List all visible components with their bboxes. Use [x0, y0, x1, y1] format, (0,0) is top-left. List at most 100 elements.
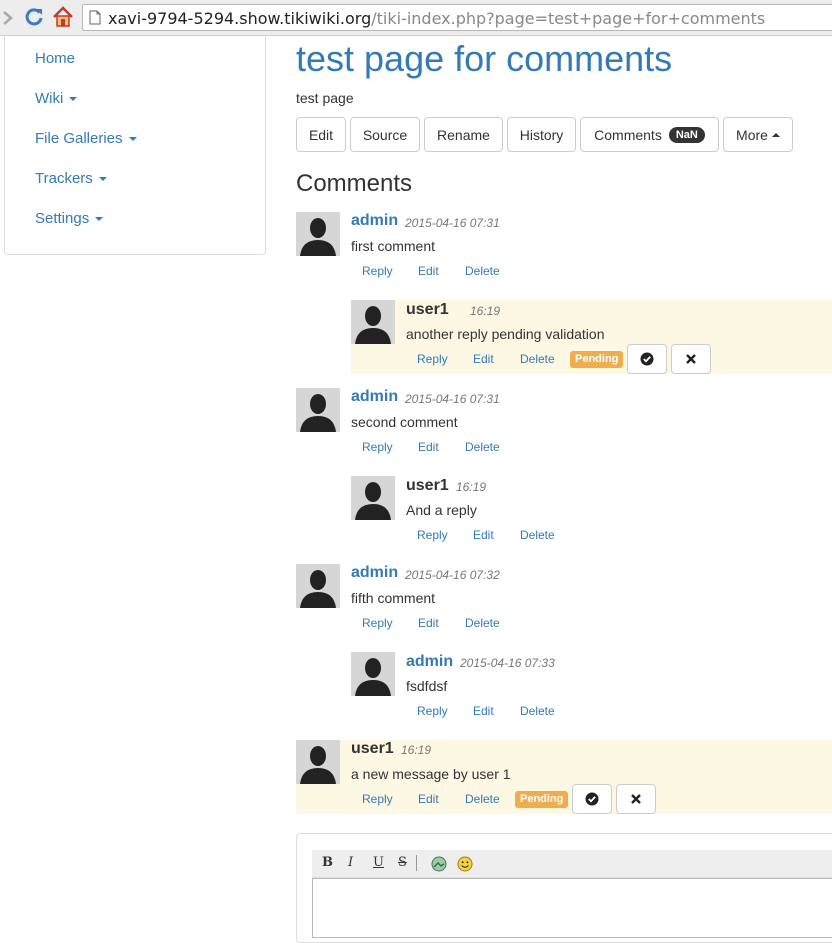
underline-button[interactable]: U — [373, 855, 384, 870]
comment-author[interactable]: admin — [351, 564, 398, 582]
reply-link[interactable]: Reply — [417, 704, 448, 718]
reply-link[interactable]: Reply — [362, 616, 393, 630]
avatar-icon — [351, 476, 395, 520]
toolbar-divider — [416, 855, 417, 871]
address-bar[interactable]: xavi-9794-5294.show.tikiwiki.org/tiki-in… — [82, 4, 832, 31]
bold-button[interactable]: B — [322, 855, 333, 870]
comment-author[interactable]: user1 — [406, 301, 449, 319]
comment-item: user1 16:19 And a reply Reply Edit Delet… — [351, 476, 832, 550]
comment-time: 16:19 — [456, 480, 487, 494]
comment-body: a new message by user 1 — [351, 766, 511, 782]
history-button-label: History — [519, 126, 564, 143]
reload-icon[interactable] — [24, 7, 44, 27]
check-circle-icon — [585, 792, 599, 806]
delete-link[interactable]: Delete — [465, 616, 500, 630]
comment-item: admin 2015-04-16 07:31 second comment Re… — [296, 386, 832, 466]
reject-button[interactable] — [671, 344, 711, 374]
comments-heading: Comments — [296, 170, 413, 197]
chevron-down-icon — [128, 137, 137, 142]
history-button[interactable]: History — [507, 117, 576, 152]
sidebar-item-home[interactable]: Home — [35, 50, 75, 67]
sidebar-item-label: Trackers — [35, 170, 93, 187]
close-icon — [631, 794, 641, 804]
comment-textarea[interactable] — [312, 878, 832, 938]
page-icon — [89, 10, 101, 25]
comment-author[interactable]: user1 — [406, 477, 449, 495]
comment-item: user1 16:19 another reply pending valida… — [351, 300, 832, 374]
url-host: xavi-9794-5294.show.tikiwiki.org — [108, 9, 372, 28]
sidebar-item-label: Home — [35, 50, 76, 67]
chevron-down-icon — [98, 177, 107, 182]
browser-toolbar: xavi-9794-5294.show.tikiwiki.org/tiki-in… — [0, 0, 832, 36]
comment-time: 2015-04-16 07:33 — [460, 656, 555, 670]
forward-arrow-icon[interactable] — [2, 10, 14, 26]
sidebar-item-file-galleries[interactable]: File Galleries — [35, 130, 137, 147]
comment-body: fifth comment — [351, 590, 436, 606]
comment-body: first comment — [351, 238, 436, 254]
comment-author[interactable]: admin — [351, 388, 398, 406]
chevron-down-icon — [95, 217, 104, 222]
edit-link[interactable]: Edit — [473, 352, 494, 366]
smiley-icon[interactable] — [457, 856, 473, 872]
sidebar-item-label: Settings — [35, 210, 90, 227]
reply-link[interactable]: Reply — [362, 264, 393, 278]
sidebar-item-label: Wiki — [35, 90, 64, 107]
sidebar-item-wiki[interactable]: Wiki — [35, 90, 78, 107]
edit-link[interactable]: Edit — [418, 792, 439, 806]
url-path: /tiki-index.php?page=test+page+for+comme… — [371, 9, 766, 28]
comment-time: 16:19 — [401, 743, 432, 757]
comment-body: another reply pending validation — [406, 326, 605, 342]
more-button[interactable]: More — [723, 117, 793, 152]
edit-link[interactable]: Edit — [473, 704, 494, 718]
reply-link[interactable]: Reply — [362, 792, 393, 806]
edit-link[interactable]: Edit — [418, 616, 439, 630]
avatar-icon — [296, 740, 340, 784]
delete-link[interactable]: Delete — [520, 352, 555, 366]
approve-button[interactable] — [627, 344, 667, 374]
comment-body: fsdfdsf — [406, 678, 448, 694]
comment-time: 16:19 — [470, 304, 501, 318]
home-icon[interactable] — [52, 6, 74, 28]
delete-link[interactable]: Delete — [465, 792, 500, 806]
edit-button[interactable]: Edit — [296, 117, 346, 152]
edit-link[interactable]: Edit — [418, 264, 439, 278]
check-circle-icon — [640, 352, 654, 366]
delete-link[interactable]: Delete — [520, 704, 555, 718]
image-icon[interactable] — [431, 856, 447, 872]
italic-button[interactable]: I — [348, 855, 353, 870]
approve-button[interactable] — [572, 784, 612, 814]
comment-time: 2015-04-16 07:31 — [405, 216, 500, 230]
reply-link[interactable]: Reply — [417, 528, 448, 542]
comment-body: And a reply — [406, 502, 477, 518]
delete-link[interactable]: Delete — [520, 528, 555, 542]
comments-button[interactable]: Comments NaN — [580, 117, 719, 152]
comment-item: admin 2015-04-16 07:33 fsdfdsf Reply Edi… — [351, 652, 832, 726]
edit-link[interactable]: Edit — [473, 528, 494, 542]
delete-link[interactable]: Delete — [465, 264, 500, 278]
reply-link[interactable]: Reply — [417, 352, 448, 366]
avatar-icon — [296, 388, 340, 432]
sidebar-item-trackers[interactable]: Trackers — [35, 170, 107, 187]
comments-count-badge: NaN — [668, 126, 705, 143]
avatar-icon — [351, 652, 395, 696]
sidebar-item-settings[interactable]: Settings — [35, 210, 104, 227]
comment-author[interactable]: user1 — [351, 740, 394, 758]
rename-button[interactable]: Rename — [424, 117, 503, 152]
chevron-down-icon — [69, 97, 78, 102]
comment-time: 2015-04-16 07:31 — [405, 392, 500, 406]
sidebar-item-label: File Galleries — [35, 130, 123, 147]
comment-author[interactable]: admin — [406, 653, 453, 671]
comment-time: 2015-04-16 07:32 — [405, 568, 500, 582]
reject-button[interactable] — [616, 784, 656, 814]
edit-link[interactable]: Edit — [418, 440, 439, 454]
comment-author[interactable]: admin — [351, 212, 398, 230]
url-text: xavi-9794-5294.show.tikiwiki.org/tiki-in… — [108, 9, 765, 28]
edit-button-label: Edit — [308, 126, 334, 143]
delete-link[interactable]: Delete — [465, 440, 500, 454]
source-button-label: Source — [362, 126, 408, 143]
reply-link[interactable]: Reply — [362, 440, 393, 454]
page-description: test page — [296, 90, 354, 106]
source-button[interactable]: Source — [350, 117, 420, 152]
sidebar-menu: Home Wiki File Galleries Trackers Settin… — [4, 36, 266, 255]
strikethrough-button[interactable]: S — [398, 855, 407, 870]
